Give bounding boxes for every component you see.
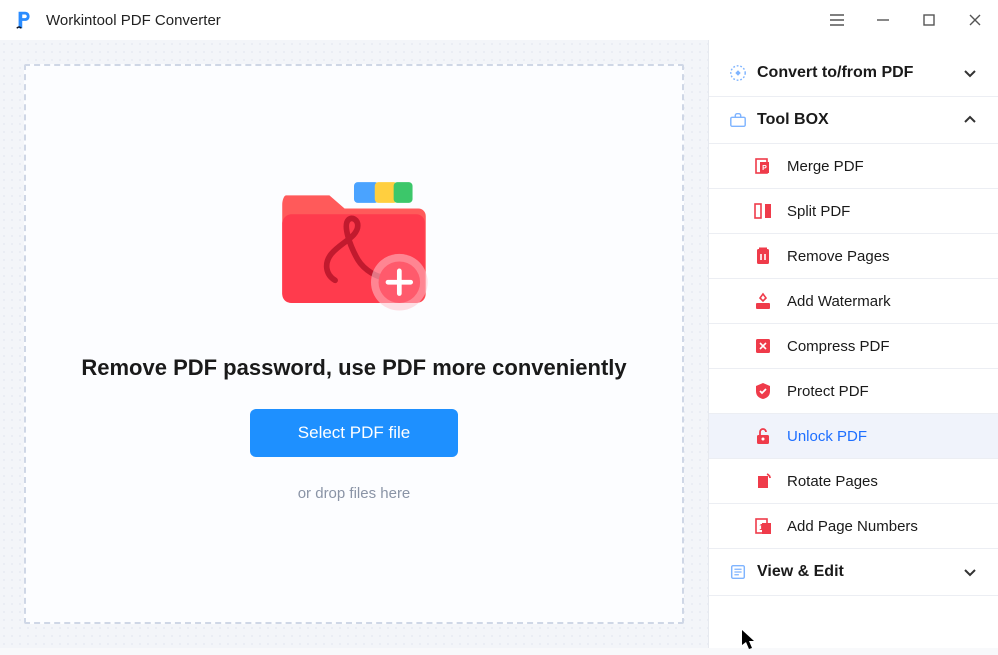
compress-icon [753, 336, 773, 356]
tool-label: Merge PDF [787, 158, 864, 175]
tool-label: Add Page Numbers [787, 518, 918, 535]
app-logo-icon [14, 9, 36, 31]
protect-icon [753, 381, 773, 401]
remove-pages-icon [753, 246, 773, 266]
tool-label: Rotate Pages [787, 473, 878, 490]
tool-label: Split PDF [787, 203, 850, 220]
section-toolbox[interactable]: Tool BOX [709, 97, 998, 144]
rotate-icon [753, 471, 773, 491]
tool-remove-pages[interactable]: Remove Pages [709, 234, 998, 279]
tool-merge-pdf[interactable]: P Merge PDF [709, 144, 998, 189]
tool-compress-pdf[interactable]: Compress PDF [709, 324, 998, 369]
tool-label: Add Watermark [787, 293, 891, 310]
toolbox-icon [729, 111, 747, 129]
close-button[interactable] [952, 0, 998, 40]
drop-hint-text: or drop files here [298, 485, 411, 502]
tool-protect-pdf[interactable]: Protect PDF [709, 369, 998, 414]
tool-add-page-numbers[interactable]: 1 Add Page Numbers [709, 504, 998, 549]
headline-text: Remove PDF password, use PDF more conven… [81, 355, 626, 381]
chevron-down-icon [962, 65, 978, 81]
view-edit-icon [729, 563, 747, 581]
unlock-icon [753, 426, 773, 446]
section-view-edit[interactable]: View & Edit [709, 549, 998, 596]
tool-add-watermark[interactable]: Add Watermark [709, 279, 998, 324]
watermark-icon [753, 291, 773, 311]
menu-icon[interactable] [814, 0, 860, 40]
chevron-up-icon [962, 112, 978, 128]
merge-icon: P [753, 156, 773, 176]
section-convert[interactable]: Convert to/from PDF [709, 50, 998, 97]
tool-split-pdf[interactable]: Split PDF [709, 189, 998, 234]
titlebar: Workintool PDF Converter [0, 0, 998, 40]
tool-label: Remove Pages [787, 248, 890, 265]
drop-zone[interactable]: Remove PDF password, use PDF more conven… [24, 64, 684, 624]
section-toolbox-label: Tool BOX [757, 111, 829, 129]
section-convert-label: Convert to/from PDF [757, 64, 913, 82]
app-body: Remove PDF password, use PDF more conven… [0, 40, 998, 648]
tool-rotate-pages[interactable]: Rotate Pages [709, 459, 998, 504]
convert-icon [729, 64, 747, 82]
tool-unlock-pdf[interactable]: Unlock PDF [709, 414, 998, 459]
app-title: Workintool PDF Converter [46, 12, 221, 29]
maximize-button[interactable] [906, 0, 952, 40]
section-view-edit-label: View & Edit [757, 563, 844, 581]
tool-label: Protect PDF [787, 383, 869, 400]
minimize-button[interactable] [860, 0, 906, 40]
split-icon [753, 201, 773, 221]
folder-pdf-plus-icon [269, 167, 439, 327]
tool-label: Unlock PDF [787, 428, 867, 445]
svg-text:P: P [762, 165, 767, 172]
page-numbers-icon: 1 [753, 516, 773, 536]
chevron-down-icon [962, 564, 978, 580]
sidebar: Convert to/from PDF Tool BOX P Merge PDF [708, 40, 998, 648]
tool-label: Compress PDF [787, 338, 890, 355]
select-file-button[interactable]: Select PDF file [250, 409, 458, 457]
